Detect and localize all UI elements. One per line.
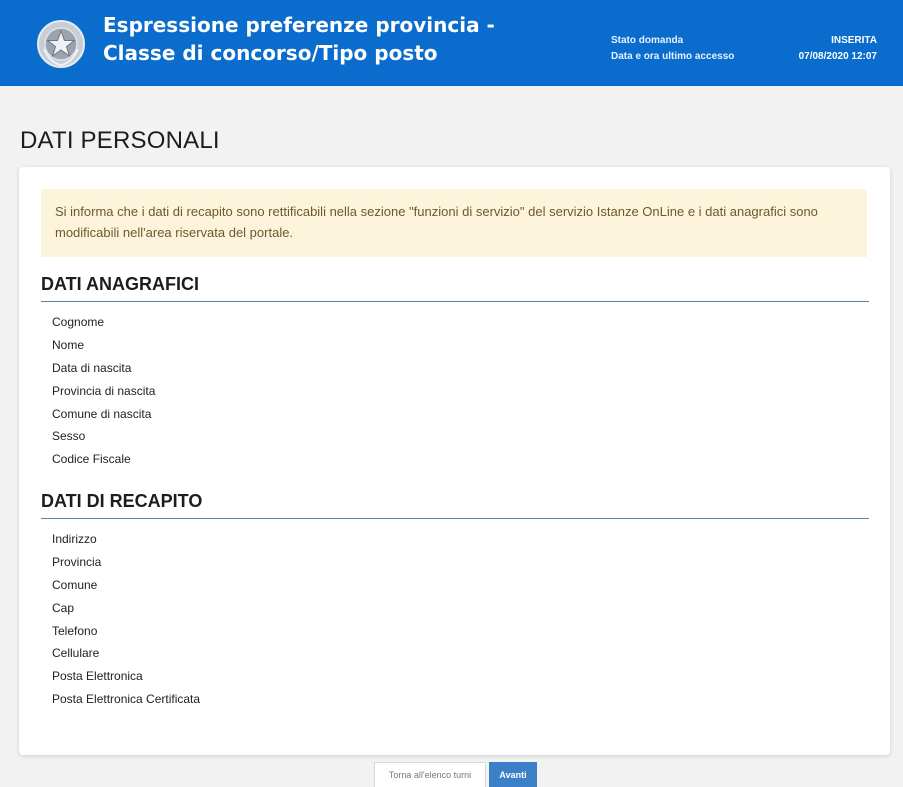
status-label: Stato domanda bbox=[611, 35, 684, 46]
status-value: INSERITA bbox=[831, 35, 877, 46]
field-label-comune: Comune bbox=[52, 577, 98, 592]
field-label-comune-nascita: Comune di nascita bbox=[52, 406, 152, 421]
field-label-posta-elettronica: Posta Elettronica bbox=[52, 669, 143, 684]
field-label-provincia: Provincia bbox=[52, 554, 102, 569]
recapito-field-list: Indirizzo Provincia Comune Cap Telefono … bbox=[52, 528, 200, 711]
section-title-recapito: DATI DI RECAPITO bbox=[41, 491, 203, 511]
field-label-sesso: Sesso bbox=[52, 429, 86, 444]
app-title: Espressione preferenze provincia - Class… bbox=[103, 13, 495, 65]
field-label-codice-fiscale: Codice Fiscale bbox=[52, 452, 131, 467]
status-values: INSERITA 07/08/2020 12:07 bbox=[799, 33, 877, 65]
personal-data-card: Si informa che i dati di recapito sono r… bbox=[19, 167, 890, 755]
section-title-anagrafici: DATI ANAGRAFICI bbox=[41, 274, 199, 294]
field-label-pec: Posta Elettronica Certificata bbox=[52, 692, 201, 707]
last-access-label: Data e ora ultimo accesso bbox=[611, 51, 735, 62]
field-label-nome: Nome bbox=[52, 337, 85, 352]
info-notice: Si informa che i dati di recapito sono r… bbox=[41, 189, 867, 257]
section-divider bbox=[41, 301, 869, 302]
field-label-cellulare: Cellulare bbox=[52, 646, 100, 661]
page-title: DATI PERSONALI bbox=[20, 127, 220, 154]
anagrafici-field-list: Cognome Nome Data di nascita Provincia d… bbox=[52, 311, 155, 471]
section-divider bbox=[41, 518, 869, 519]
field-label-cognome: Cognome bbox=[52, 315, 105, 329]
field-label-provincia-nascita: Provincia di nascita bbox=[52, 383, 156, 398]
status-labels: Stato domanda Data e ora ultimo accesso bbox=[611, 33, 734, 65]
last-access-value: 07/08/2020 12:07 bbox=[798, 51, 877, 62]
italian-republic-emblem-icon bbox=[37, 20, 85, 68]
app-header: Espressione preferenze provincia - Class… bbox=[0, 0, 903, 86]
next-button[interactable]: Avanti bbox=[489, 762, 537, 787]
field-label-data-nascita: Data di nascita bbox=[52, 360, 132, 375]
field-label-telefono: Telefono bbox=[52, 623, 98, 638]
back-to-list-button[interactable]: Torna all'elenco turni bbox=[374, 762, 486, 787]
field-label-indirizzo: Indirizzo bbox=[52, 532, 97, 546]
field-label-cap: Cap bbox=[52, 600, 75, 615]
